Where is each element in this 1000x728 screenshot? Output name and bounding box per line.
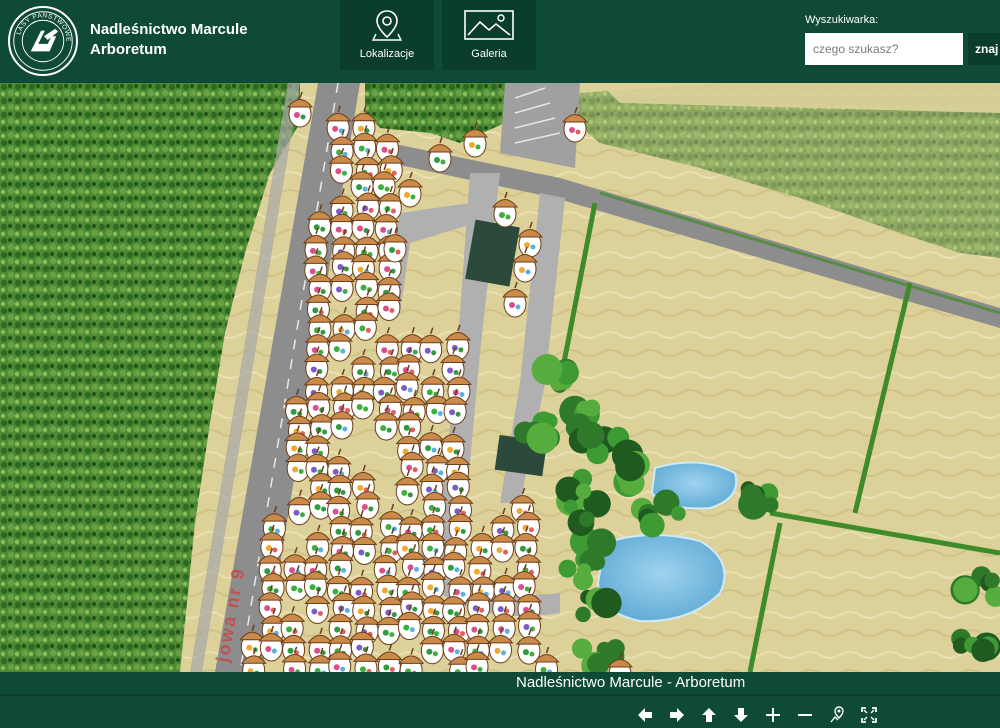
pan-right-button[interactable] [666, 704, 688, 726]
tree-canopy [591, 587, 622, 619]
tree-canopy [573, 570, 594, 591]
pan-left-button[interactable] [634, 704, 656, 726]
tree-canopy [531, 354, 563, 385]
zoom-in-button[interactable] [762, 704, 784, 726]
tree-canopy [576, 421, 605, 449]
site-title-line1: Nadleśnictwo Marcule [90, 21, 248, 38]
tree-canopy [740, 484, 762, 506]
app-header: LASY PAŃSTWOWE Nadleśnictwo Marcule Arbo… [0, 0, 1000, 83]
site-title-line2: Arboretum [90, 41, 167, 58]
arboretum-map[interactable]: jowa nr 9 [0, 83, 1000, 672]
nav-galeria-button[interactable]: Galeria [442, 0, 536, 70]
minus-icon [798, 714, 812, 716]
fullscreen-icon [861, 707, 877, 723]
plus-icon [766, 708, 780, 722]
arrow-down-icon [734, 708, 748, 722]
locate-button[interactable] [826, 704, 848, 726]
lasy-panstwowe-logo[interactable]: LASY PAŃSTWOWE [8, 6, 78, 76]
tree-canopy [984, 572, 1000, 589]
map-pin-icon [362, 7, 412, 43]
tree-canopy [575, 606, 591, 623]
image-gallery-icon [464, 7, 514, 43]
footer-divider [0, 694, 1000, 696]
tree-canopy [639, 512, 665, 538]
nav-lokalizacje-label: Lokalizacje [359, 48, 415, 60]
map-footer: Nadleśnictwo Marcule - Arboretum [0, 672, 1000, 728]
arrow-left-icon [638, 708, 652, 722]
tree-canopy [558, 559, 577, 578]
zoom-out-button[interactable] [794, 704, 816, 726]
tree-canopy [971, 638, 995, 663]
search-label: Wyszukiwarka: [805, 14, 879, 26]
nav-galeria-label: Galeria [471, 48, 507, 60]
tree-canopy [526, 422, 558, 454]
search-button[interactable]: znaj [968, 33, 1000, 65]
search-input[interactable] [805, 33, 963, 65]
tree-canopy [615, 451, 646, 482]
arrow-right-icon [670, 708, 684, 722]
site-title: Nadleśnictwo Marcule Arboretum [90, 20, 248, 60]
arrow-up-icon [702, 708, 716, 722]
tree-canopy [953, 577, 978, 603]
footer-title: Nadleśnictwo Marcule - Arboretum [516, 674, 746, 691]
pan-up-button[interactable] [698, 704, 720, 726]
location-icon [830, 706, 844, 723]
tree-canopy [671, 506, 686, 521]
tree-canopy [575, 483, 592, 500]
fullscreen-button[interactable] [858, 704, 880, 726]
nav-lokalizacje-button[interactable]: Lokalizacje [340, 0, 434, 70]
pan-down-button[interactable] [730, 704, 752, 726]
tree-canopy [571, 638, 593, 659]
tree-canopy [579, 511, 595, 527]
